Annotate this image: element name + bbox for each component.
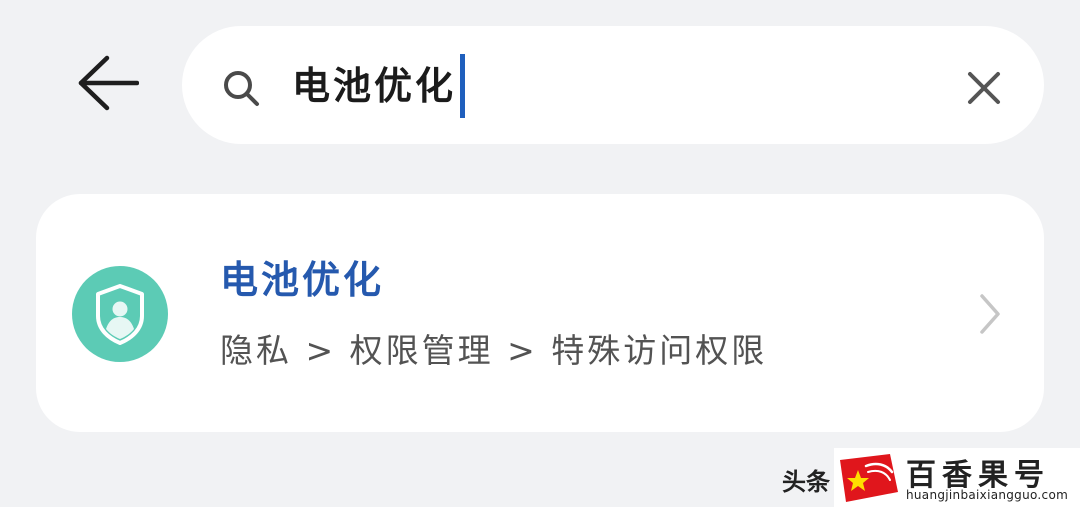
search-input-value: 电池优化	[292, 64, 457, 108]
result-title: 电池优化	[220, 258, 385, 302]
search-result-item[interactable]: 电池优化 隐私 > 权限管理 > 特殊访问权限	[36, 194, 1044, 432]
close-icon[interactable]	[962, 66, 1006, 110]
text-cursor	[460, 54, 466, 118]
search-input[interactable]: 电池优化	[292, 54, 466, 118]
search-icon	[224, 71, 259, 106]
search-bar[interactable]: 电池优化	[182, 26, 1044, 144]
watermark-domain: huangjinbaixiangguo.com	[906, 488, 1069, 502]
red-logo-star-icon	[840, 454, 898, 502]
arrow-left-icon	[78, 55, 139, 111]
watermark-badge: 百香果号 huangjinbaixiangguo.com	[834, 448, 1080, 507]
chevron-right-icon	[980, 294, 1000, 334]
watermark: 头条 百香果号 huangjinbaixiangguo.com	[782, 446, 1080, 507]
watermark-left-text: 头条	[782, 468, 830, 496]
result-breadcrumb: 隐私 > 权限管理 > 特殊访问权限	[220, 331, 768, 370]
back-button[interactable]	[70, 50, 146, 116]
privacy-shield-user-icon	[72, 266, 168, 362]
